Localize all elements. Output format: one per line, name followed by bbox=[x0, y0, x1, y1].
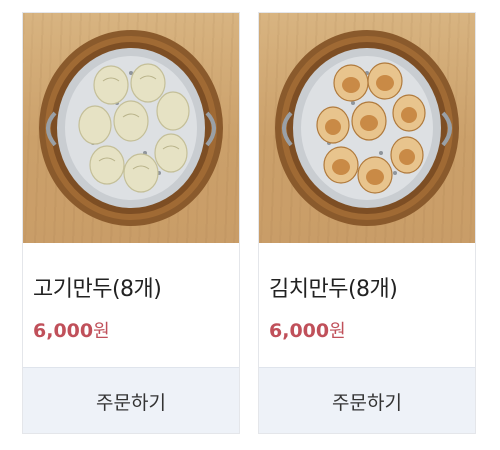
price-value: 6,000 bbox=[33, 320, 94, 342]
product-card-meat-dumpling[interactable]: 고기만두(8개) 6,000원 주문하기 bbox=[22, 12, 240, 434]
product-price: 6,000원 bbox=[269, 317, 346, 343]
order-button[interactable]: 주문하기 bbox=[259, 367, 475, 433]
product-name[interactable]: 김치만두(8개) bbox=[269, 271, 398, 303]
price-currency: 원 bbox=[93, 321, 110, 342]
order-button[interactable]: 주문하기 bbox=[23, 367, 239, 433]
product-price: 6,000원 bbox=[33, 317, 110, 343]
product-image-kimchi-dumpling[interactable] bbox=[259, 13, 475, 243]
product-name[interactable]: 고기만두(8개) bbox=[33, 271, 162, 303]
product-info: 고기만두(8개) 6,000원 bbox=[23, 245, 239, 365]
product-card-kimchi-dumpling[interactable]: 김치만두(8개) 6,000원 주문하기 bbox=[258, 12, 476, 434]
steamer-illustration bbox=[275, 30, 459, 226]
product-info: 김치만두(8개) 6,000원 bbox=[259, 245, 475, 365]
price-currency: 원 bbox=[329, 321, 346, 342]
product-image-meat-dumpling[interactable] bbox=[23, 13, 239, 243]
price-value: 6,000 bbox=[269, 320, 330, 342]
steamer-illustration bbox=[39, 30, 223, 226]
